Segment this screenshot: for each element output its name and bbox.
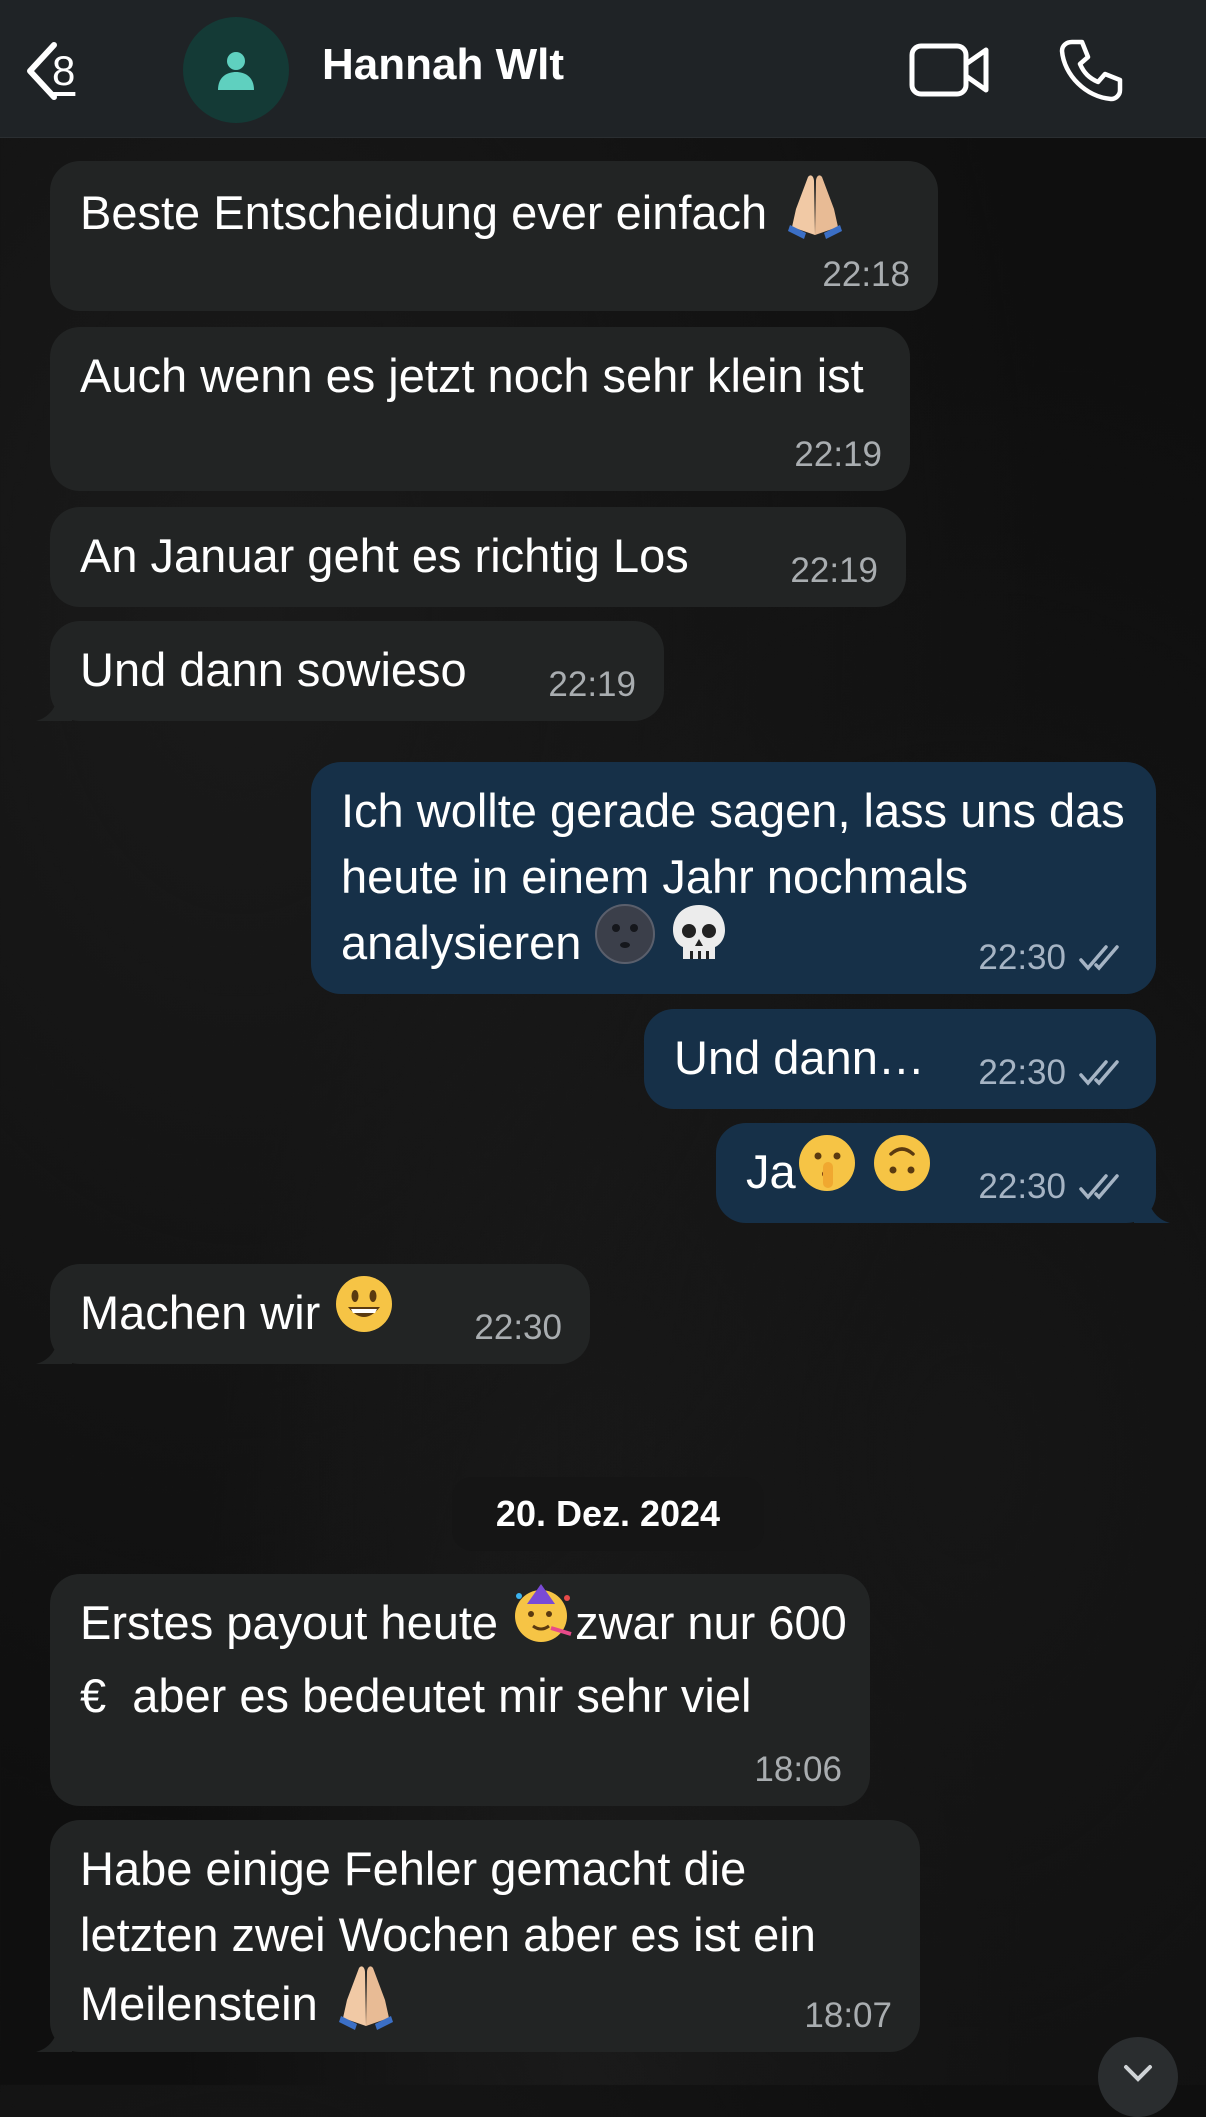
message-bubble-outgoing[interactable]: Und dann… 22:30 [644,1009,1156,1109]
message-bubble-incoming[interactable]: Erstes payout heute zwar nur 600 € aber … [50,1574,870,1806]
pray-emoji-icon [780,169,850,256]
read-receipt-icon [1079,1174,1119,1200]
date-separator: 20. Dez. 2024 [452,1477,764,1551]
message-bubble-incoming[interactable]: Habe einige Fehler gemacht die letzten z… [36,1820,920,2052]
bubble-tail [36,685,72,721]
voice-call-button[interactable] [1056,34,1126,106]
back-button[interactable]: 8 [22,38,132,104]
message-bubble-incoming[interactable]: Auch wenn es jetzt noch sehr klein ist 2… [50,327,910,491]
message-bubble-incoming[interactable]: An Januar geht es richtig Los 22:19 [50,507,906,607]
message-list[interactable]: Beste Entscheidung ever einfach 22:18 Au… [0,137,1206,2117]
message-text: Habe einige Fehler gemacht die letzten z… [80,1842,829,2030]
message-text: Machen wir [80,1286,321,1339]
message-bubble-outgoing[interactable]: Ich wollte gerade sagen, lass uns das he… [311,762,1156,994]
message-text: An Januar geht es richtig Los [80,529,689,582]
bubble-tail [1134,1187,1170,1223]
shushing-face-emoji-icon [796,1132,858,1211]
bubble-tail [36,2016,72,2052]
message-text: Ja [746,1145,796,1198]
message-time: 22:18 [822,255,910,294]
upside-down-face-emoji-icon [871,1132,933,1211]
message-time: 22:19 [548,665,636,704]
skull-emoji-icon [670,903,728,982]
grinning-face-emoji-icon [333,1273,395,1352]
read-receipt-icon [1079,945,1119,971]
video-camera-icon [909,43,989,97]
contact-name[interactable]: Hannah Wlt [322,40,564,90]
message-time: 22:30 [978,1053,1066,1092]
bubble-tail [36,1328,72,1364]
person-icon [218,52,254,90]
message-time: 18:07 [804,1996,892,2035]
message-time: 22:19 [794,435,882,474]
message-time: 22:30 [978,1167,1066,1206]
message-bubble-incoming[interactable]: Machen wir 22:30 [36,1264,590,1364]
new-moon-face-emoji-icon [594,903,656,982]
message-bubble-incoming[interactable]: Beste Entscheidung ever einfach 22:18 [50,161,938,311]
message-text: Beste Entscheidung ever einfach [80,185,768,239]
phone-icon [1059,39,1123,102]
message-bubble-outgoing[interactable]: Ja 22:30 [716,1123,1170,1223]
message-text: Erstes payout heute [80,1596,499,1649]
avatar[interactable] [183,17,289,123]
read-receipt-icon [1079,1060,1119,1086]
message-bubble-incoming[interactable]: Und dann sowieso 22:19 [36,621,664,721]
chat-header: 8 Hannah Wlt [0,0,1206,138]
message-text: Auch wenn es jetzt noch sehr klein ist [80,349,864,402]
chevron-left-icon [27,42,57,100]
message-time: 22:30 [474,1308,562,1347]
video-call-button[interactable] [908,34,992,106]
message-time: 22:19 [790,551,878,590]
chevron-down-icon [1124,2065,1152,2082]
partying-face-emoji-icon [511,1582,575,1663]
scroll-down-button[interactable] [1098,2037,1178,2117]
message-time: 22:30 [978,938,1066,977]
pray-emoji-icon [331,1960,401,2047]
message-time: 18:06 [754,1750,842,1789]
